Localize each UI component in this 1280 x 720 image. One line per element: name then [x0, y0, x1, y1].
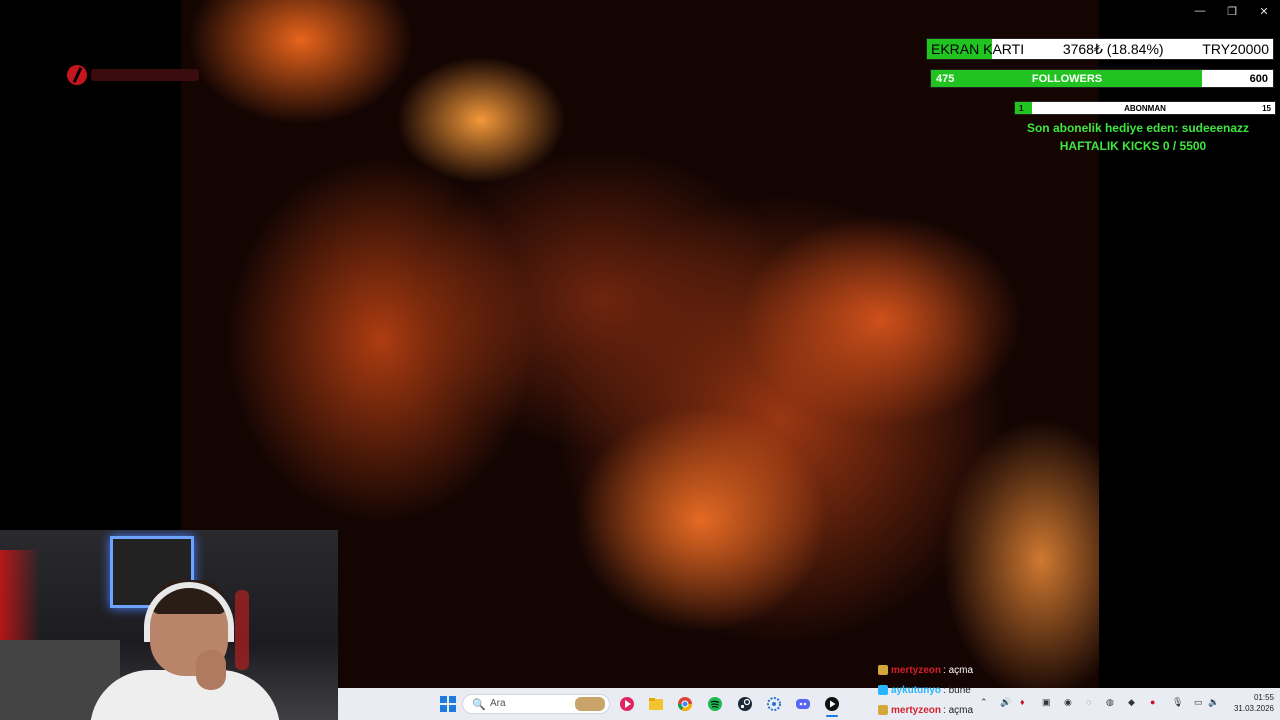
- taskbar-search[interactable]: 🔍 Ara: [462, 694, 610, 714]
- settings-icon[interactable]: [766, 696, 782, 712]
- goal-target: TRY20000: [1202, 41, 1269, 57]
- player-icon[interactable]: [824, 696, 840, 712]
- chrome-icon[interactable]: [677, 696, 693, 712]
- logo-wordmark: [91, 69, 199, 81]
- gift-sub-text: Son abonelik hediye eden: sudeeenazz: [1026, 121, 1250, 135]
- chat-badge-icon: [878, 685, 888, 695]
- weekly-kicks-text: HAFTALIK KICKS 0 / 5500: [1059, 139, 1207, 153]
- chat-text: : açma: [943, 704, 974, 716]
- media-player-icon[interactable]: [619, 696, 635, 712]
- tray-record-icon[interactable]: ●: [1150, 697, 1155, 707]
- followers-label: FOLLOWERS: [1031, 72, 1103, 85]
- tray-mic-icon[interactable]: 🎙: [1172, 697, 1183, 708]
- chat-message: mertyzeon : açma: [878, 662, 1118, 678]
- search-highlight-image: [575, 697, 605, 711]
- active-app-indicator: [826, 715, 838, 717]
- window-controls: — ❐ ✕: [1184, 0, 1280, 22]
- followers-target: 600: [1249, 72, 1268, 85]
- discord-icon[interactable]: [795, 696, 811, 712]
- windows-start-icon[interactable]: [440, 696, 456, 712]
- clock-date: 31.03.2026: [1233, 704, 1274, 713]
- maximize-button[interactable]: ❐: [1216, 0, 1248, 22]
- minimize-button[interactable]: —: [1184, 0, 1216, 22]
- clock-time: 01:55: [1253, 693, 1274, 702]
- channel-logo: [67, 62, 202, 88]
- chat-username: mertyzeon: [891, 664, 942, 676]
- followers-goal-bar: 475 600 FOLLOWERS: [930, 69, 1274, 88]
- donation-goal-bar: EKRAN KARTI 3768₺ (18.84%) TRY20000: [926, 38, 1274, 60]
- file-explorer-icon[interactable]: [648, 696, 664, 712]
- tray-display-icon[interactable]: ▭: [1194, 697, 1203, 708]
- tray-speaker-icon[interactable]: 🔉: [1208, 697, 1219, 708]
- chat-username: aykutunyo: [891, 684, 942, 696]
- taskbar-clock[interactable]: 01:55 31.03.2026: [1222, 692, 1274, 714]
- webcam-feed: [0, 530, 338, 720]
- chat-badge-icon: [878, 705, 888, 715]
- goal-amount: 3768₺ (18.84%): [1062, 40, 1164, 57]
- spotify-icon[interactable]: [707, 696, 723, 712]
- chat-message: mertyzeon : açma: [878, 702, 1118, 718]
- abonman-goal-bar: ABONMAN 1 15: [1014, 101, 1276, 115]
- goal-label: EKRAN KARTI: [931, 41, 1025, 57]
- chat-message: aykutunyo : bune: [878, 682, 1118, 698]
- abonman-current: 1: [1019, 103, 1024, 113]
- steam-icon[interactable]: [737, 696, 753, 712]
- chat-text: : bune: [943, 684, 971, 696]
- tray-app-icon[interactable]: ◆: [1128, 697, 1135, 708]
- chat-username: mertyzeon: [891, 704, 942, 716]
- logo-mark-icon: [67, 65, 87, 85]
- close-button[interactable]: ✕: [1248, 0, 1280, 22]
- chat-badge-icon: [878, 665, 888, 675]
- abonman-target: 15: [1262, 103, 1271, 113]
- search-placeholder: Ara: [490, 698, 506, 709]
- chat-text: : açma: [943, 664, 974, 676]
- search-icon: 🔍: [472, 699, 486, 711]
